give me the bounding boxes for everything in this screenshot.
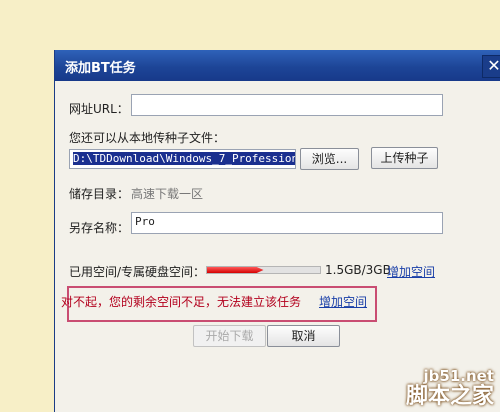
start-download-button[interactable]: 开始下载 <box>193 325 266 347</box>
add-bt-task-dialog: 添加BT任务 ✕ 网址URL： 您还可以从本地传种子文件： D:\TDDownl… <box>54 50 500 412</box>
add-space-link[interactable]: 增加空间 <box>387 263 435 280</box>
space-value: 1.5GB/3GB <box>325 263 391 277</box>
warning-add-space-link[interactable]: 增加空间 <box>319 293 367 310</box>
seed-path-field[interactable]: D:\TDDownload\Windows_7_Professional_ <box>69 149 296 169</box>
space-label: 已用空间/专属硬盘空间： <box>69 265 206 279</box>
space-usage-fill <box>207 267 264 273</box>
title-bar: 添加BT任务 ✕ <box>55 50 500 81</box>
save-as-input[interactable]: Pro <box>131 212 443 234</box>
warning-message: 对不起，您的剩余空间不足，无法建立该任务 <box>61 295 302 309</box>
watermark-name: 脚本之家 <box>405 383 494 409</box>
cancel-button[interactable]: 取消 <box>267 325 340 347</box>
seed-path-text: D:\TDDownload\Windows_7_Professional_ <box>73 152 295 165</box>
url-input[interactable] <box>131 94 443 116</box>
browse-button[interactable]: 浏览... <box>300 148 359 170</box>
upload-seed-button[interactable]: 上传种子 <box>371 147 438 169</box>
watermark-url: jb51.net <box>423 367 494 386</box>
close-icon[interactable]: ✕ <box>482 55 500 78</box>
dialog-title: 添加BT任务 <box>65 61 136 76</box>
save-dir-label: 储存目录： <box>69 187 130 201</box>
save-dir-value: 高速下载一区 <box>131 187 204 201</box>
local-seed-label: 您还可以从本地传种子文件： <box>69 131 226 145</box>
site-watermark: jb51.net 脚本之家 <box>405 367 494 409</box>
space-usage-bar <box>206 266 321 274</box>
save-as-label: 另存名称： <box>69 221 130 235</box>
url-label: 网址URL： <box>69 102 129 116</box>
